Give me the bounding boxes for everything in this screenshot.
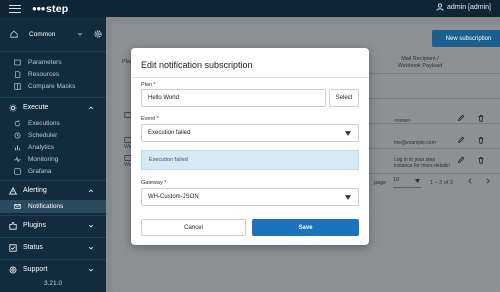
sidebar-item-scheduler[interactable]: Scheduler [0,129,106,141]
divider [131,77,369,78]
dialog-title: Edit notification subscription [141,60,253,70]
save-button[interactable]: Save [252,219,359,236]
list-icon [14,59,21,65]
sidebar-item-analytics[interactable]: Analytics [0,141,106,153]
sidebar-section-alerting[interactable]: Alerting [0,180,106,200]
pulse-icon [14,155,21,163]
gateway-label: Gateway * [141,180,167,186]
edit-subscription-dialog: Edit notification subscription Plan * He… [131,48,369,245]
sidebar-item-compare-masks[interactable]: Compare Masks [0,80,106,92]
sun-icon [9,103,17,112]
user-label: admin [admin] [447,3,491,11]
project-name: Common [29,30,56,38]
sidebar-item-executions[interactable]: Executions [0,117,106,129]
new-subscription-button[interactable]: New subscription [432,30,500,47]
logo: ●●● step [32,2,69,15]
event-label: Event * [141,116,159,122]
chevron-right-icon[interactable] [484,177,492,185]
sidebar-item-resources[interactable]: Resources [0,68,106,80]
sidebar-item-monitoring[interactable]: Monitoring [0,153,106,165]
selected-event-chip: Execution failed [141,150,359,170]
delete-icon[interactable] [477,136,485,144]
sidebar-section-plugins[interactable]: Plugins [0,215,106,235]
row3-recipient: Log in to your step instance for more de… [394,157,450,169]
sidebar: Common Parameters Resources Compare Mask… [0,17,106,292]
clock-icon [14,131,21,139]
chevron-up-icon [88,189,94,192]
check-box-icon [9,243,17,252]
page-size-select[interactable]: 10 [393,177,421,188]
chevron-down-icon [78,32,83,36]
user-icon [436,3,444,11]
support-icon [9,266,17,273]
chevron-left-icon[interactable] [466,177,474,185]
plan-label: Plan * [141,82,156,88]
app-version: 3.21.0 [43,280,63,287]
row2-recipient: me@example.com [394,140,436,146]
gear-icon[interactable] [93,29,103,39]
event-select[interactable]: Execution failed [141,124,359,142]
caret-down-icon [415,179,420,183]
sidebar-item-notifications[interactable]: Notifications [0,200,106,213]
select-plan-button[interactable]: Select [329,89,359,107]
sidebar-section-execute[interactable]: Execute [0,97,106,117]
pager-count: 1 – 3 of 3 [430,180,453,186]
menu-icon[interactable] [9,4,21,13]
user-menu[interactable]: admin [admin] [436,3,491,11]
caret-down-icon [345,195,351,200]
edit-icon[interactable] [457,136,465,144]
caret-down-icon [345,131,351,136]
top-bar: ●●● step admin [admin] [0,0,500,17]
chevron-up-icon [88,106,94,109]
edit-icon[interactable] [457,114,465,122]
chevron-down-icon [88,246,94,249]
delete-icon[interactable] [477,114,485,122]
file-icon [15,70,21,78]
edit-icon[interactable] [457,156,465,164]
sidebar-item-grafana[interactable]: Grafana [0,165,106,177]
project-selector[interactable]: Common [0,17,106,52]
refresh-icon [14,120,21,126]
plan-input[interactable]: Hello World [141,89,326,107]
sidebar-section-status[interactable]: Status [0,237,106,257]
column-recipient[interactable]: Mail Recipient / Webhook Payload [377,56,463,70]
gateway-select[interactable]: WH-Custom-JSON [141,188,359,206]
chevron-down-icon [88,224,94,227]
row1-recipient: <none> [394,118,411,124]
bar-chart-icon [14,144,21,150]
alert-icon [9,186,17,194]
mail-icon [14,204,21,209]
delete-icon[interactable] [477,156,485,164]
compare-icon [14,82,21,90]
pager-label: page [374,180,387,186]
sidebar-item-parameters[interactable]: Parameters [0,56,106,68]
puzzle-icon [9,221,17,230]
cancel-button[interactable]: Cancel [141,219,246,236]
chevron-down-icon [88,268,94,271]
home-icon [10,30,18,38]
dashboard-icon [14,167,21,175]
